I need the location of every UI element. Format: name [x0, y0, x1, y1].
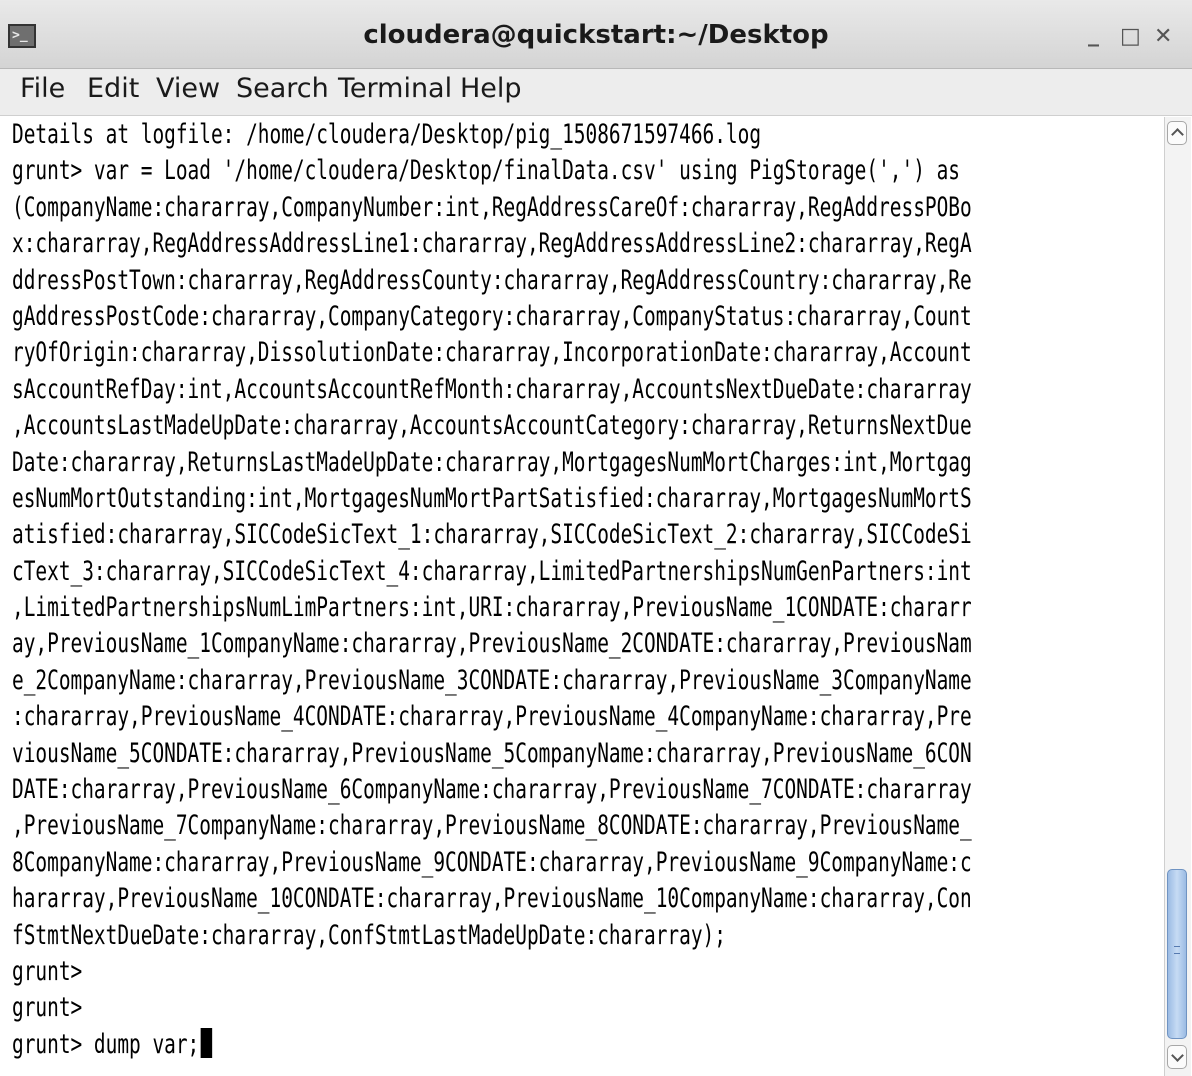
terminal-line: 8CompanyName:chararray,PreviousName_9CON…: [12, 846, 972, 878]
terminal-output[interactable]: Details at logfile: /home/cloudera/Deskt…: [12, 117, 1162, 1076]
menu-bar: File Edit View Search Terminal Help: [0, 69, 1192, 116]
terminal-line: ,PreviousName_7CompanyName:chararray,Pre…: [12, 810, 972, 842]
terminal-line: fStmtNextDueDate:chararray,ConfStmtLastM…: [12, 919, 726, 951]
scroll-down-button[interactable]: [1167, 1045, 1187, 1069]
terminal-line: ,AccountsLastMadeUpDate:chararray,Accoun…: [12, 410, 972, 442]
terminal-line: cText_3:chararray,SICCodeSicText_4:chara…: [12, 555, 972, 587]
title-bar[interactable]: >_ cloudera@quickstart:~/Desktop _ □ ✕: [0, 0, 1192, 69]
terminal-line: :chararray,PreviousName_4CONDATE:chararr…: [12, 701, 972, 733]
grip-lines-icon: [1174, 946, 1180, 954]
terminal-line: atisfied:chararray,SICCodeSicText_1:char…: [12, 519, 972, 551]
menu-help[interactable]: Help: [460, 73, 522, 104]
terminal-prompt-line: grunt> dump var;: [12, 1027, 1162, 1063]
terminal-line: DATE:chararray,PreviousName_6CompanyName…: [12, 774, 972, 806]
maximize-button[interactable]: □: [1120, 24, 1141, 49]
chevron-down-icon: [1171, 1049, 1184, 1062]
menu-view[interactable]: View: [156, 73, 220, 104]
close-button[interactable]: ✕: [1154, 24, 1172, 49]
scroll-up-button[interactable]: [1167, 121, 1187, 145]
terminal-line: esNumMortOutstanding:int,MortgagesNumMor…: [12, 482, 972, 514]
text-cursor: [200, 1027, 213, 1058]
terminal-line: grunt> var = Load '/home/cloudera/Deskto…: [12, 155, 961, 187]
menu-edit[interactable]: Edit: [87, 73, 139, 104]
terminal-line: ryOfOrigin:chararray,DissolutionDate:cha…: [12, 337, 972, 369]
scrollbar-thumb[interactable]: [1167, 869, 1187, 1039]
menu-file[interactable]: File: [20, 73, 65, 104]
terminal-line: sAccountRefDay:int,AccountsAccountRefMon…: [12, 373, 972, 405]
terminal-line: (CompanyName:chararray,CompanyNumber:int…: [12, 191, 972, 223]
terminal-line: gAddressPostCode:chararray,CompanyCatego…: [12, 300, 972, 332]
terminal-line: grunt>: [12, 992, 83, 1024]
terminal-line: ay,PreviousName_1CompanyName:chararray,P…: [12, 628, 972, 660]
chevron-up-icon: [1171, 128, 1184, 141]
terminal-line: hararray,PreviousName_10CONDATE:chararra…: [12, 883, 972, 915]
command-input[interactable]: grunt> dump var;: [12, 1029, 199, 1060]
terminal-line: ddressPostTown:chararray,RegAddressCount…: [12, 264, 972, 296]
terminal-line: Details at logfile: /home/cloudera/Deskt…: [12, 119, 762, 150]
terminal-line: e_2CompanyName:chararray,PreviousName_3C…: [12, 664, 972, 696]
menu-terminal[interactable]: Terminal: [338, 73, 452, 104]
vertical-scrollbar[interactable]: [1164, 117, 1191, 1076]
terminal-line: grunt>: [12, 955, 83, 987]
menu-search[interactable]: Search: [236, 73, 329, 104]
minimize-button[interactable]: _: [1088, 22, 1099, 47]
terminal-line: ,LimitedPartnershipsNumLimPartners:int,U…: [12, 592, 972, 624]
terminal-line: viousName_5CONDATE:chararray,PreviousNam…: [12, 737, 972, 769]
terminal-line: Date:chararray,ReturnsLastMadeUpDate:cha…: [12, 446, 972, 478]
terminal-line: x:chararray,RegAddressAddressLine1:chara…: [12, 228, 972, 260]
window-title: cloudera@quickstart:~/Desktop: [363, 20, 829, 50]
